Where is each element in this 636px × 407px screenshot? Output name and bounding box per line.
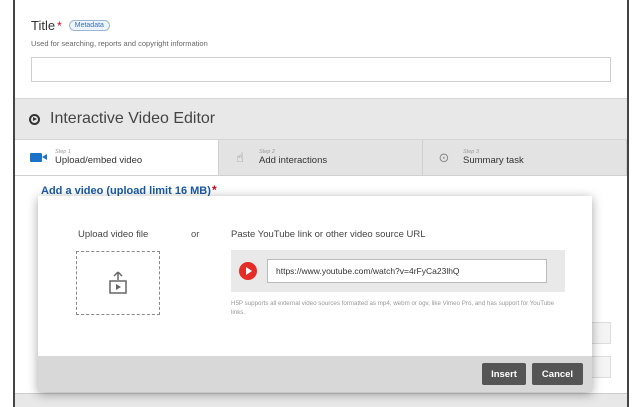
upload-dropzone[interactable] (76, 251, 160, 315)
url-panel (231, 250, 565, 292)
required-star: * (57, 18, 62, 33)
step-label: Add interactions (259, 155, 328, 166)
interactive-video-header[interactable]: Interactive Video Editor (15, 98, 627, 140)
bottom-bar (15, 393, 627, 407)
add-video-dialog: Upload video file or Paste YouTube link … (38, 196, 592, 392)
tab-summary-task[interactable]: ⊙ Step 3 Summary task (423, 140, 627, 175)
paste-url-label: Paste YouTube link or other video source… (231, 229, 426, 240)
upload-video-label: Upload video file (78, 229, 149, 240)
title-input[interactable] (31, 57, 611, 82)
title-label-row: Title * Metadata (31, 18, 611, 33)
hand-pointer-icon: ☝ (236, 149, 244, 165)
play-circle-icon (29, 113, 40, 125)
metadata-button[interactable]: Metadata (68, 20, 110, 31)
tab-add-interactions[interactable]: ☝ Step 2 Add interactions (219, 140, 423, 175)
url-help-text: H5P supports all external video sources … (231, 300, 555, 316)
title-section: Title * Metadata Used for searching, rep… (31, 18, 611, 82)
insert-button[interactable]: Insert (482, 363, 526, 385)
dialog-footer: Insert Cancel (38, 356, 592, 392)
title-description: Used for searching, reports and copyrigh… (31, 39, 208, 48)
title-label: Title (31, 18, 56, 33)
youtube-icon (239, 262, 257, 280)
video-url-input[interactable] (267, 259, 547, 283)
tab-upload-embed-video[interactable]: Step 1 Upload/embed video (15, 140, 219, 175)
upload-video-icon (109, 271, 127, 294)
video-camera-icon (27, 150, 47, 165)
step-tabs: Step 1 Upload/embed video ☝ Step 2 Add i… (15, 140, 627, 176)
cancel-button[interactable]: Cancel (532, 363, 583, 385)
step-label: Summary task (463, 155, 524, 166)
or-separator: or (191, 229, 200, 240)
step-label: Upload/embed video (55, 155, 143, 166)
check-circle-icon: ⊙ (438, 149, 450, 165)
required-star: * (211, 183, 217, 197)
interactive-video-title: Interactive Video Editor (50, 110, 216, 127)
add-video-heading: Add a video (upload limit 16 MB) * (41, 183, 217, 197)
